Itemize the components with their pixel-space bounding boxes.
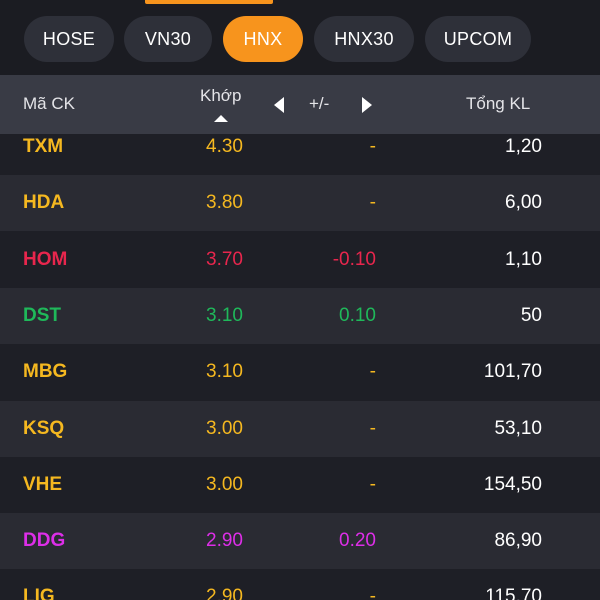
header-change: +/-	[309, 94, 330, 113]
stock-code: MBG	[23, 361, 68, 383]
stock-code: HOM	[23, 248, 68, 270]
match-price: 2.90	[206, 586, 243, 600]
stock-code: VHE	[23, 473, 63, 495]
table-row[interactable]: HDA 3.80 - 6,00	[0, 175, 600, 232]
price-change: -0.10	[332, 248, 376, 270]
stock-list[interactable]: TXM 4.30-1,20 HDA 3.80-6,00 HOM 3.70 -0.10 1,10…	[0, 134, 600, 600]
match-price: 4.30	[206, 136, 243, 157]
total-volume: 86,90	[494, 530, 542, 552]
table-row[interactable]: MBG 3.10 - 101,70	[0, 344, 600, 401]
total-volume: 1,10	[505, 248, 542, 270]
total-volume: 53,10	[494, 417, 542, 439]
table-row[interactable]: TXM 4.30 - 1,20	[0, 134, 600, 175]
total-volume: 115,70	[485, 586, 542, 600]
stock-code: HDA	[23, 192, 65, 214]
match-price: 3.70	[206, 248, 243, 270]
tab-hnx[interactable]: HNX	[223, 16, 303, 62]
table-row[interactable]: DDG 2.90 0.20 86,90	[0, 513, 600, 570]
tab-vn30[interactable]: VN30	[124, 16, 212, 62]
market-tab-bar: HOSE VN30 HNX HNX30 UPCOM	[0, 0, 600, 75]
triangle-right-icon[interactable]	[362, 97, 372, 113]
match-price: 3.10	[206, 361, 243, 383]
match-price: 3.80	[206, 192, 243, 214]
table-row[interactable]: LIG 2.90 - 115,70	[0, 569, 600, 600]
total-volume: 50	[520, 304, 542, 326]
table-row[interactable]: HOM 3.70 -0.10 1,10	[0, 231, 600, 288]
price-change: -	[369, 136, 376, 157]
price-change: -	[369, 361, 376, 383]
price-change: 0.10	[339, 304, 376, 326]
total-volume: 1,20	[505, 136, 542, 157]
match-price: 2.90	[206, 530, 243, 552]
header-match[interactable]: Khớp	[200, 86, 241, 106]
tab-hose[interactable]: HOSE	[24, 16, 114, 62]
match-price: 3.10	[206, 304, 243, 326]
total-volume: 101,70	[483, 361, 542, 383]
price-change: 0.20	[339, 530, 376, 552]
stock-code: DST	[23, 304, 61, 326]
total-volume: 6,00	[505, 192, 542, 214]
table-row[interactable]: DST 3.10 0.10 50	[0, 287, 600, 344]
total-volume: 154,50	[483, 473, 542, 495]
match-price: 3.00	[206, 417, 243, 439]
tab-upcom[interactable]: UPCOM	[425, 16, 531, 62]
price-change: -	[369, 417, 376, 439]
stock-code: LIG	[23, 586, 55, 600]
stock-code: DDG	[23, 530, 66, 552]
stock-code: KSQ	[23, 417, 65, 439]
table-header: Mã CK Khớp +/- Tổng KL	[0, 75, 600, 134]
header-code: Mã CK	[23, 94, 75, 113]
header-volume: Tổng KL	[466, 94, 531, 113]
table-row[interactable]: KSQ 3.00 - 53,10	[0, 400, 600, 457]
tab-hnx30[interactable]: HNX30	[314, 16, 414, 62]
stock-code: TXM	[23, 136, 64, 157]
top-scroll-indicator	[145, 0, 273, 4]
sort-up-icon[interactable]	[214, 115, 228, 122]
price-change: -	[369, 586, 376, 600]
match-price: 3.00	[206, 473, 243, 495]
price-change: -	[369, 473, 376, 495]
price-change: -	[369, 192, 376, 214]
table-row[interactable]: VHE 3.00 - 154,50	[0, 456, 600, 513]
triangle-left-icon[interactable]	[274, 97, 284, 113]
